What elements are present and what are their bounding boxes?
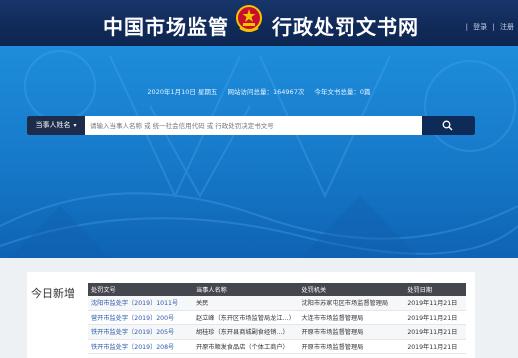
current-date: 2020年1月10日 星期五 (147, 88, 218, 96)
site-title-left: 中国市场监管 (103, 15, 229, 39)
doc-number[interactable]: 铁开市监处字〔2019〕205号 (88, 324, 193, 340)
hero-decoration (0, 50, 518, 258)
column-header: 当事人名称 (192, 283, 299, 296)
column-header: 处罚机关 (298, 283, 405, 296)
column-header: 处罚日期 (404, 283, 466, 296)
penalty-date: 2019年11月21日 (404, 324, 466, 340)
penalty-date: 2019年11月21日 (404, 339, 466, 354)
national-emblem-icon (236, 5, 262, 32)
search-type-select[interactable]: 当事人姓名 ▾ (27, 116, 85, 135)
doc-number[interactable]: 营开市监处字〔2019〕200号 (88, 310, 193, 325)
search-input[interactable] (90, 116, 415, 135)
site-stats: 2020年1月10日 星期五 网站访问总量：164967次 今年文书总量：0篇 (0, 86, 518, 96)
doc-number[interactable]: 铁开市监处字〔2019〕208号 (88, 339, 193, 354)
table-row[interactable]: 营开市监处字〔2019〕200号 赵立峰（东开区市场监管局龙江…） 大连市市场监… (88, 310, 466, 325)
table-row[interactable]: 铁开市监处字〔2019〕208号 开原市顺发食品店（个体工商户） 开原市市场监督… (88, 339, 466, 354)
login-link[interactable]: 登录 (473, 23, 487, 31)
news-title: 今日新增 (31, 287, 75, 300)
penalty-date: 2019年11月21日 (404, 310, 466, 325)
authority: 开原市市场监督管理局 (298, 324, 405, 340)
table-row[interactable]: 沈阳市监处字〔2019〕1011号 关民 沈阳市苏家屯区市场监督管理局 2019… (88, 296, 466, 311)
table-header: 处罚文号 当事人名称 处罚机关 处罚日期 (88, 283, 466, 296)
search-button[interactable] (422, 116, 475, 135)
register-link[interactable]: 注册 (500, 23, 514, 31)
penalty-date: 2019年11月21日 (404, 296, 466, 311)
news-table: 处罚文号 当事人名称 处罚机关 处罚日期 沈阳市监处字〔2019〕1011号 关… (88, 283, 466, 354)
party-name: 胡桂珍（东开县商城副食经销…） (192, 324, 299, 340)
authority: 开原市市场监督管理局 (298, 339, 405, 354)
doc-number[interactable]: 沈阳市监处字〔2019〕1011号 (88, 296, 193, 311)
party-name: 开原市顺发食品店（个体工商户） (192, 339, 299, 354)
site-title-right: 行政处罚文书网 (272, 15, 419, 39)
header-links: | 登录 | 注册 (465, 23, 514, 31)
header-bar: 中国市场监管 行政处罚文书网 | 登录 | 注册 (0, 0, 518, 46)
visit-count: 网站访问总量：164967次 (227, 88, 305, 96)
column-header: 处罚文号 (88, 283, 193, 296)
party-name: 赵立峰（东开区市场监管局龙江…） (192, 310, 299, 325)
hero-banner (0, 46, 518, 258)
authority: 沈阳市苏家屯区市场监督管理局 (298, 296, 405, 311)
search-icon (442, 120, 453, 131)
authority: 大连市市场监督管理局 (298, 310, 405, 325)
chevron-down-icon: ▾ (73, 122, 77, 129)
search-type-label: 当事人姓名 (35, 121, 71, 129)
document-count: 今年文书总量：0篇 (314, 88, 371, 96)
table-row[interactable]: 铁开市监处字〔2019〕205号 胡桂珍（东开县商城副食经销…） 开原市市场监督… (88, 324, 466, 340)
party-name: 关民 (192, 296, 299, 311)
